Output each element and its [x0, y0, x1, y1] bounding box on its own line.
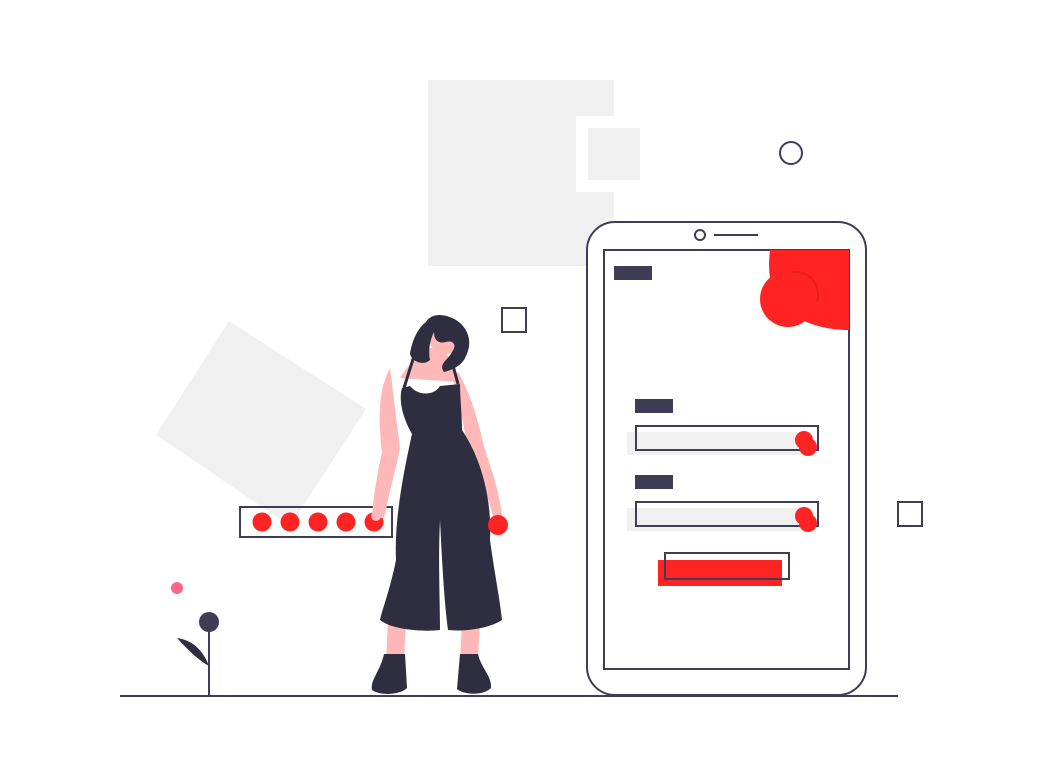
- password-dot-4: [336, 512, 356, 532]
- background-panels: [156, 80, 646, 526]
- outline-square-icon: [501, 307, 527, 333]
- bg-tilted-panel: [156, 321, 366, 526]
- field-2-label: [635, 475, 673, 489]
- outline-circle-icon: [779, 141, 803, 165]
- hand-red-ball: [488, 515, 508, 535]
- password-dot-3: [308, 512, 328, 532]
- flower-plant-icon: [177, 612, 219, 696]
- avatar-circle-icon: [760, 271, 816, 327]
- pink-dot-icon: [171, 582, 183, 594]
- scene-illustration: [120, 80, 923, 697]
- bg-small-panel: [588, 128, 640, 180]
- header-blob: [760, 250, 849, 330]
- phone-device-icon: [586, 221, 867, 696]
- submit-button[interactable]: [658, 560, 782, 586]
- field-1-shadow: [627, 432, 807, 455]
- outline-square-icon-right: [897, 501, 923, 527]
- field-1-indicator-2: [799, 438, 817, 456]
- field-1-label: [635, 399, 673, 413]
- password-dot-1: [252, 512, 272, 532]
- field-2-indicator-2: [799, 514, 817, 532]
- password-dot-2: [280, 512, 300, 532]
- field-2-shadow: [627, 508, 807, 531]
- password-field-graphic: [239, 506, 393, 538]
- person-figure-icon: [371, 315, 508, 694]
- screen-title-bar: [614, 266, 652, 280]
